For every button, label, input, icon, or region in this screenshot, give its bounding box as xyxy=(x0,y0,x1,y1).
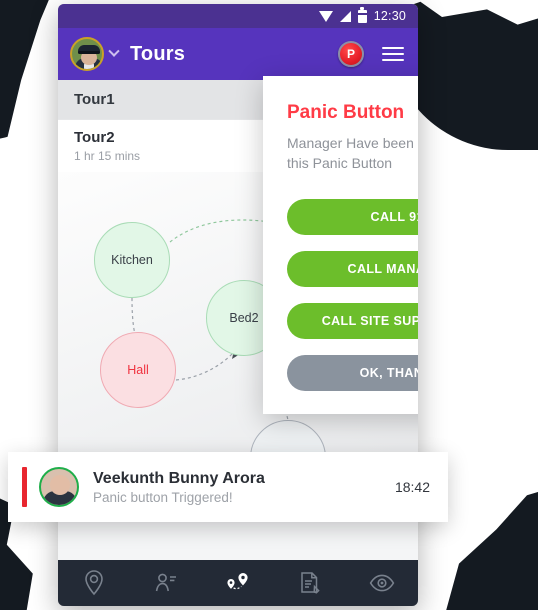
panic-button-icon[interactable]: P xyxy=(338,41,364,67)
notification-toast[interactable]: Veekunth Bunny Arora Panic button Trigge… xyxy=(8,452,448,522)
app-bar: Tours P xyxy=(58,28,418,80)
page-title: Tours xyxy=(130,42,186,65)
screenshot-root: 12:30 Tours P Tour1 Tour2 1 hr 15 mins K… xyxy=(0,0,538,610)
hamburger-menu-icon[interactable] xyxy=(382,47,404,61)
eye-view-icon xyxy=(369,574,395,592)
ok-thanks-button[interactable]: OK, THANKS xyxy=(287,355,418,391)
nav-document-edit[interactable] xyxy=(288,568,332,598)
tour-route-icon xyxy=(227,573,248,590)
chevron-down-icon[interactable] xyxy=(108,45,120,57)
wifi-icon xyxy=(318,10,333,22)
bottom-nav xyxy=(58,560,418,606)
notification-avatar xyxy=(39,467,79,507)
call-911-button[interactable]: CALL 911 xyxy=(287,199,418,235)
nav-tour-route[interactable] xyxy=(216,568,260,598)
dialog-title: Panic Button xyxy=(287,102,405,123)
graph-node-kitchen[interactable]: Kitchen xyxy=(94,222,170,298)
nav-eye-view[interactable] xyxy=(360,568,404,598)
notification-time: 18:42 xyxy=(394,479,430,495)
dialog-message: Manager Have been Informed about this Pa… xyxy=(287,135,418,171)
status-bar: 12:30 xyxy=(58,4,418,28)
graph-node-hall[interactable]: Hall xyxy=(100,332,176,408)
notification-title: Veekunth Bunny Arora xyxy=(93,469,265,487)
nav-person-list[interactable] xyxy=(144,568,188,598)
person-list-icon xyxy=(155,573,176,592)
nav-map-pin[interactable] xyxy=(72,568,116,598)
notification-subtitle: Panic button Triggered! xyxy=(93,489,233,505)
dialog-actions: CALL 911 CALL MANAGER CALL SITE SUPERVIS… xyxy=(287,199,418,391)
call-site-supervisor-button[interactable]: CALL SITE SUPERVISOR xyxy=(287,303,418,339)
map-pin-icon xyxy=(85,570,103,596)
avatar[interactable] xyxy=(70,37,104,71)
status-bar-clock: 12:30 xyxy=(373,9,406,23)
notification-accent-bar xyxy=(22,467,27,507)
battery-icon xyxy=(357,7,367,23)
call-manager-button[interactable]: CALL MANAGER xyxy=(287,251,418,287)
signal-icon xyxy=(339,10,351,22)
document-edit-icon xyxy=(301,572,320,594)
panic-dialog: Panic Button Manager Have been Informed … xyxy=(263,76,418,414)
notification-text: Veekunth Bunny Arora Panic button Trigge… xyxy=(93,470,395,505)
